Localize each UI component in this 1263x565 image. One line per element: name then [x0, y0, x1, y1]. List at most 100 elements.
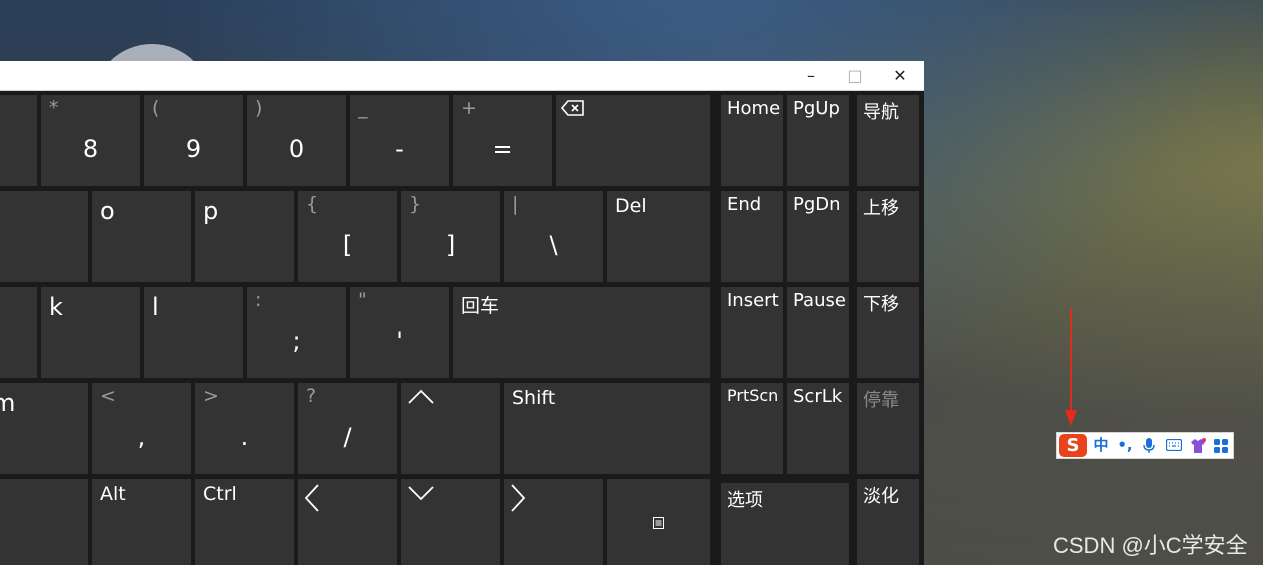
key-nav[interactable]: 导航 [857, 95, 919, 186]
skin-icon[interactable] [1187, 435, 1209, 456]
key-fade[interactable]: 淡化 [857, 479, 919, 565]
key-move-up[interactable]: 上移 [857, 191, 919, 282]
key-9[interactable]: ( 9 [144, 95, 243, 186]
key-primary: = [492, 135, 513, 163]
key-l[interactable]: l [144, 287, 243, 378]
backspace-icon [561, 100, 584, 116]
key-period[interactable]: > . [195, 383, 294, 474]
close-icon: ✕ [893, 66, 907, 85]
ime-mode-toggle[interactable]: 中 [1091, 435, 1111, 456]
key-minus[interactable]: _ - [350, 95, 449, 186]
key-dock[interactable]: 停靠 [857, 383, 919, 474]
key-label: PgUp [793, 98, 840, 119]
key-label: 选项 [727, 490, 763, 511]
key-primary: [ [342, 231, 353, 259]
key-label: Alt [100, 483, 126, 505]
key-enter[interactable]: 回车 [453, 287, 710, 378]
key-secondary: + [461, 97, 477, 119]
key-pgup[interactable]: PgUp [787, 95, 849, 186]
ime-punct-toggle[interactable]: •, [1115, 435, 1135, 456]
key-ctrl[interactable]: Ctrl [195, 479, 294, 565]
key-semicolon[interactable]: : ; [247, 287, 346, 378]
key-label: PrtScn [727, 386, 779, 405]
annotation-arrow [1065, 308, 1077, 426]
key-secondary: _ [358, 97, 368, 119]
key-secondary: < [100, 385, 116, 407]
key-open-bracket[interactable]: { [ [298, 191, 397, 282]
context-menu-icon [653, 517, 664, 529]
key-secondary: ? [306, 385, 317, 407]
key-primary: 8 [82, 135, 99, 163]
key-label: 回车 [461, 295, 500, 317]
arrow-right-icon [511, 484, 526, 512]
key-slash[interactable]: ? / [298, 383, 397, 474]
key-partial-left[interactable] [0, 191, 88, 282]
key-primary: ' [396, 327, 403, 355]
key-label: p [203, 197, 219, 225]
key-left-arrow[interactable] [298, 479, 397, 565]
key-primary: \ [549, 231, 558, 259]
key-options[interactable]: 选项 [721, 483, 849, 565]
close-button[interactable]: ✕ [877, 61, 923, 90]
key-o[interactable]: o [92, 191, 191, 282]
key-label: k [49, 293, 63, 321]
keyboard-icon[interactable] [1163, 435, 1185, 456]
key-shift[interactable]: Shift [504, 383, 710, 474]
key-insert[interactable]: Insert [721, 287, 783, 378]
key-partial-left[interactable] [0, 479, 88, 565]
key-secondary: * [49, 97, 59, 119]
key-label: 导航 [863, 102, 899, 123]
key-primary: - [395, 135, 404, 163]
arrow-left-icon [304, 484, 319, 512]
key-k[interactable]: k [41, 287, 140, 378]
key-equals[interactable]: + = [453, 95, 552, 186]
key-primary: / [343, 423, 352, 451]
key-home[interactable]: Home [721, 95, 783, 186]
key-up-arrow[interactable] [401, 383, 500, 474]
arrow-down-icon [408, 486, 434, 501]
key-scrlk[interactable]: ScrLk [787, 383, 849, 474]
minimize-button[interactable]: – [788, 61, 834, 90]
key-secondary: " [358, 289, 367, 311]
key-backspace[interactable] [556, 95, 710, 186]
key-8[interactable]: * 8 [41, 95, 140, 186]
key-backslash[interactable]: | \ [504, 191, 603, 282]
key-label: 下移 [863, 294, 899, 315]
minimize-icon: – [807, 66, 815, 85]
key-secondary: ) [255, 97, 263, 119]
key-primary: , [137, 423, 146, 451]
key-close-bracket[interactable]: } ] [401, 191, 500, 282]
key-m[interactable]: m [0, 383, 88, 474]
key-label: Ctrl [203, 483, 237, 505]
key-down-arrow[interactable] [401, 479, 500, 565]
sogou-logo-icon[interactable]: S [1059, 434, 1087, 457]
key-secondary: { [306, 193, 319, 215]
key-partial-left[interactable] [0, 95, 37, 186]
key-del[interactable]: Del [607, 191, 710, 282]
toolbox-icon[interactable] [1211, 435, 1231, 456]
key-p[interactable]: p [195, 191, 294, 282]
key-label: End [727, 194, 762, 215]
key-right-arrow[interactable] [504, 479, 603, 565]
key-pgdn[interactable]: PgDn [787, 191, 849, 282]
key-quote[interactable]: " ' [350, 287, 449, 378]
key-label: Del [615, 195, 647, 217]
key-menu[interactable] [607, 479, 710, 565]
watermark: CSDN @小C学安全 [1053, 533, 1248, 558]
key-primary: 0 [288, 135, 305, 163]
key-move-down[interactable]: 下移 [857, 287, 919, 378]
key-0[interactable]: ) 0 [247, 95, 346, 186]
maximize-button[interactable]: □ [832, 61, 878, 90]
key-label: Insert [727, 290, 779, 311]
mic-icon[interactable] [1139, 435, 1159, 456]
key-secondary: > [203, 385, 219, 407]
key-alt[interactable]: Alt [92, 479, 191, 565]
key-partial-left[interactable] [0, 287, 37, 378]
key-pause[interactable]: Pause [787, 287, 849, 378]
key-end[interactable]: End [721, 191, 783, 282]
key-label: Home [727, 98, 781, 119]
key-label: 停靠 [863, 390, 899, 411]
key-secondary: } [409, 193, 422, 215]
key-prtscn[interactable]: PrtScn [721, 383, 783, 474]
key-comma[interactable]: < , [92, 383, 191, 474]
